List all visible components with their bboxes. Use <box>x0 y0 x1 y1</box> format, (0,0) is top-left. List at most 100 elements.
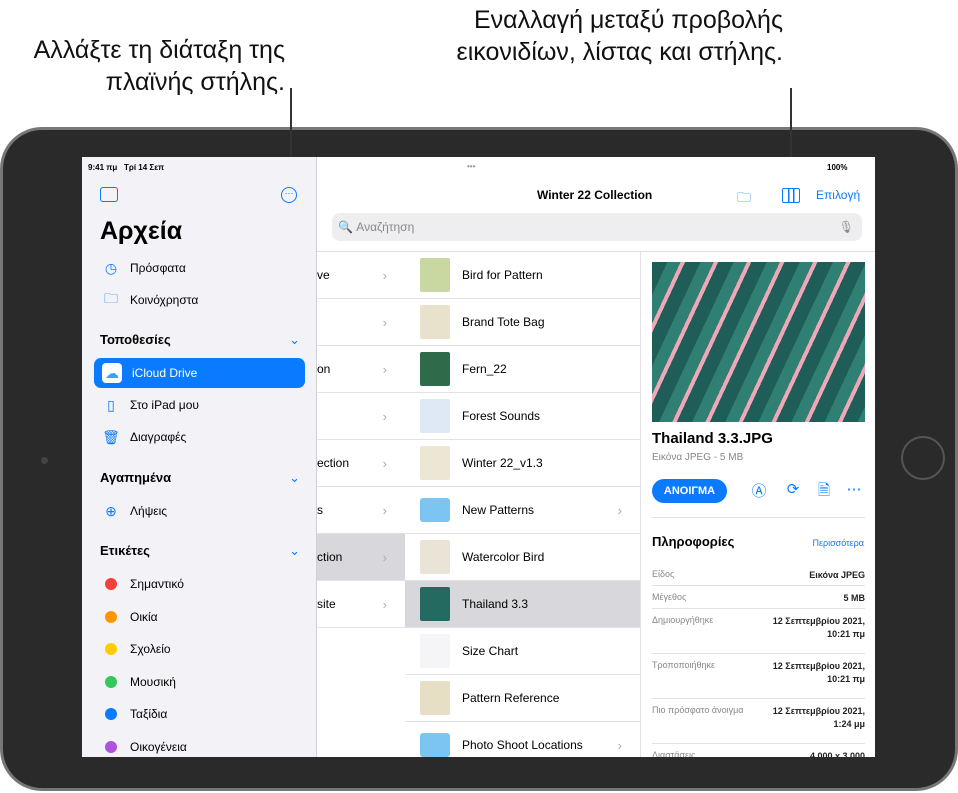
file-subtitle: Εικόνα JPEG - 5 MB <box>652 452 744 463</box>
file-name: Fern_22 <box>462 362 507 376</box>
file-row[interactable]: Fern_22 <box>405 346 640 393</box>
info-key: Διαστάσεις <box>652 750 696 757</box>
sidebar-item[interactable]: Ταξίδια <box>94 699 305 729</box>
icloud-icon: ☁ <box>102 363 122 383</box>
section-header[interactable]: Αγαπημένα ⌄ <box>100 470 300 486</box>
file-row[interactable]: Size Chart <box>405 628 640 675</box>
file-row[interactable]: Photo Shoot Locations › <box>405 722 640 757</box>
markup-icon[interactable]: Ⓐ <box>749 480 769 500</box>
sidebar-item[interactable]: Οικία <box>94 602 305 632</box>
list-item[interactable]: ection › <box>317 440 405 487</box>
create-pdf-icon[interactable]: 🗎 <box>814 480 834 500</box>
info-key: Είδος <box>652 569 675 579</box>
file-name: Thailand 3.3 <box>462 597 529 611</box>
section-header[interactable]: Τοποθεσίες ⌄ <box>100 332 300 348</box>
sidebar-item-label: Πρόσφατα <box>130 261 186 275</box>
folder-title: Winter 22 Collection <box>537 188 653 202</box>
chevron-right-icon: › <box>617 737 622 753</box>
sidebar-item[interactable]: 🗀 Κοινόχρηστα <box>94 285 305 315</box>
chevron-down-icon[interactable]: ⌄ <box>289 543 300 559</box>
folder-icon <box>420 498 450 522</box>
file-row[interactable]: Winter 22_v1.3 <box>405 440 640 487</box>
file-name: Pattern Reference <box>462 691 560 705</box>
chevron-down-icon[interactable]: ⌄ <box>289 332 300 348</box>
item-label: ection <box>317 456 350 470</box>
folder-icon <box>420 733 450 757</box>
file-name: Bird for Pattern <box>462 268 543 282</box>
info-value: 12 Σεπτεμβρίου 2021, 10:21 πμ <box>772 616 865 639</box>
list-item[interactable]: › <box>317 299 405 346</box>
section-header[interactable]: Ετικέτες ⌄ <box>100 543 300 559</box>
microphone-icon[interactable]: 🎙 <box>839 220 854 234</box>
multitask-dots[interactable]: ••• <box>467 162 475 171</box>
sidebar-item[interactable]: 🗑 Διαγραφές <box>94 422 305 452</box>
preview-image <box>652 262 865 422</box>
sidebar-item-label: Στο iPad μου <box>130 398 199 412</box>
new-folder-icon[interactable]: 🗀 <box>737 187 751 211</box>
sidebar-item[interactable]: Οικογένεια <box>94 732 305 758</box>
section-title: Τοποθεσίες <box>100 332 171 347</box>
file-thumbnail <box>420 446 450 480</box>
list-item[interactable]: s › <box>317 487 405 534</box>
camera <box>41 457 48 464</box>
home-button[interactable] <box>901 436 945 480</box>
tag-color-icon <box>102 640 120 658</box>
file-row[interactable]: Watercolor Bird <box>405 534 640 581</box>
item-label: site <box>317 597 336 611</box>
sidebar-item[interactable]: ☁ iCloud Drive <box>94 358 305 388</box>
file-thumbnail <box>420 305 450 339</box>
select-button[interactable]: Επιλογή <box>816 188 860 202</box>
shared-folder-icon: 🗀 <box>104 290 118 306</box>
list-item[interactable]: › <box>317 393 405 440</box>
sidebar-item[interactable]: ◷ Πρόσφατα <box>94 253 305 283</box>
open-button[interactable]: ΑΝΟΙΓΜΑ <box>652 479 727 503</box>
battery-status: 100% <box>827 163 848 172</box>
file-thumbnail <box>420 587 450 621</box>
list-item[interactable]: on › <box>317 346 405 393</box>
sidebar-item-label: Οικία <box>130 609 158 624</box>
chevron-right-icon: › <box>382 361 387 377</box>
more-actions-icon[interactable]: ⋯ <box>844 480 864 500</box>
file-row[interactable]: New Patterns › <box>405 487 640 534</box>
file-row[interactable]: Forest Sounds <box>405 393 640 440</box>
item-label: on <box>317 362 331 376</box>
chevron-right-icon: › <box>617 502 622 518</box>
file-name: Forest Sounds <box>462 409 541 423</box>
sidebar-item[interactable]: Μουσική <box>94 667 305 697</box>
info-row: Πιο πρόσφατο άνοιγμα 12 Σεπτεμβρίου 2021,… <box>652 699 865 744</box>
list-item[interactable]: site › <box>317 581 405 628</box>
more-options-icon[interactable]: ··· <box>281 187 297 203</box>
search-input[interactable]: 🔍 Αναζήτηση 🎙 <box>332 213 862 241</box>
sidebar-item[interactable]: Σημαντικό <box>94 569 305 599</box>
more-info-link[interactable]: Περισσότερα <box>812 538 864 548</box>
info-title: Πληροφορίες <box>652 534 735 549</box>
sidebar-item-label: Διαγραφές <box>130 430 187 444</box>
clock-icon: ◷ <box>104 259 118 276</box>
file-name: Size Chart <box>462 644 519 658</box>
sidebar-item[interactable]: ▯ Στο iPad μου <box>94 390 305 420</box>
chevron-right-icon: › <box>382 267 387 283</box>
file-row[interactable]: Thailand 3.3 <box>405 581 640 628</box>
list-item[interactable]: ve › <box>317 252 405 299</box>
chevron-right-icon: › <box>382 408 387 424</box>
rotate-icon[interactable]: ⟳ <box>783 480 803 500</box>
view-mode-columns-icon[interactable] <box>782 188 800 203</box>
file-row[interactable]: Pattern Reference <box>405 675 640 722</box>
info-row: Δημιουργήθηκε 12 Σεπτεμβρίου 2021, 10:21 … <box>652 609 865 654</box>
chevron-right-icon: › <box>382 502 387 518</box>
sidebar-item[interactable]: ⊕ Λήψεις <box>94 496 305 526</box>
download-icon: ⊕ <box>105 502 117 519</box>
file-thumbnail <box>420 258 450 292</box>
chevron-right-icon: › <box>382 596 387 612</box>
info-row: Είδος Εικόνα JPEG <box>652 563 865 586</box>
tag-color-icon <box>102 705 120 723</box>
list-item[interactable]: ction › <box>317 534 405 581</box>
file-row[interactable]: Brand Tote Bag <box>405 299 640 346</box>
file-thumbnail <box>420 681 450 715</box>
file-row[interactable]: Bird for Pattern <box>405 252 640 299</box>
sidebar-item-label: Κοινόχρηστα <box>130 293 199 307</box>
sidebar-toggle-icon[interactable] <box>100 187 118 202</box>
sidebar-item[interactable]: Σχολείο <box>94 634 305 664</box>
chevron-down-icon[interactable]: ⌄ <box>289 470 300 486</box>
info-value: 12 Σεπτεμβρίου 2021, 1:24 μμ <box>772 706 865 729</box>
